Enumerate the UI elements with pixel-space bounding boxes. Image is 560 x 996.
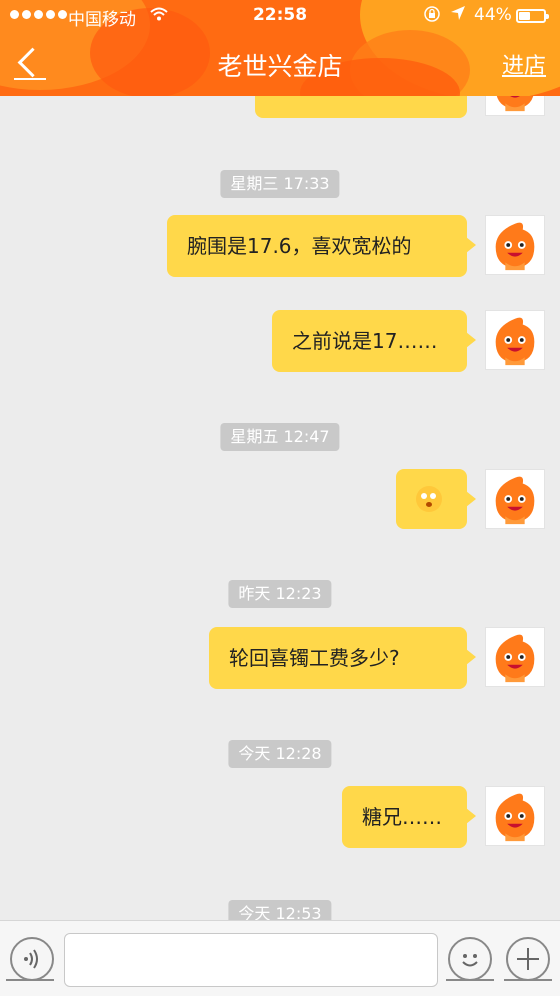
navigation-header: 中国移动 22:58 44% 老世兴金店 进店 bbox=[0, 0, 560, 96]
message-bubble-emoji[interactable] bbox=[396, 469, 476, 529]
avatar[interactable] bbox=[485, 627, 545, 687]
location-arrow-icon bbox=[450, 5, 466, 25]
status-bar: 中国移动 22:58 44% bbox=[0, 0, 560, 32]
message-input-bar bbox=[0, 920, 560, 996]
timestamp-divider: 星期三 17:33 bbox=[220, 170, 340, 198]
enter-store-link[interactable]: 进店 bbox=[502, 48, 546, 80]
mascot-avatar-icon bbox=[495, 222, 535, 271]
voice-icon bbox=[24, 949, 38, 969]
page-title: 老世兴金店 bbox=[217, 52, 343, 81]
mascot-avatar-icon bbox=[495, 317, 535, 366]
emoji-button[interactable] bbox=[448, 937, 492, 981]
avatar[interactable] bbox=[485, 310, 545, 370]
timestamp-divider: 星期五 12:47 bbox=[220, 423, 340, 451]
timestamp-divider: 昨天 12:23 bbox=[228, 580, 332, 608]
smiley-icon bbox=[462, 954, 478, 967]
avatar[interactable] bbox=[485, 469, 545, 529]
orientation-lock-icon bbox=[424, 6, 440, 26]
mascot-avatar-icon bbox=[495, 634, 535, 683]
message-bubble[interactable]: 轮回喜镯工费多少? bbox=[209, 627, 476, 689]
timestamp-divider: 今天 12:53 bbox=[228, 900, 332, 920]
mascot-avatar-icon bbox=[495, 476, 535, 525]
more-button[interactable] bbox=[506, 937, 550, 981]
message-input[interactable] bbox=[64, 933, 438, 987]
chat-area[interactable]: 星期三 17:33 腕围是17.6，喜欢宽松的 之前说是17…… 星期五 12:… bbox=[0, 0, 560, 920]
back-button[interactable] bbox=[14, 47, 50, 84]
timestamp-divider: 今天 12:28 bbox=[228, 740, 332, 768]
thinking-face-icon bbox=[416, 485, 442, 512]
battery-icon bbox=[516, 9, 549, 23]
mascot-avatar-icon bbox=[495, 793, 535, 842]
avatar[interactable] bbox=[485, 215, 545, 275]
battery-percent: 44% bbox=[474, 5, 512, 25]
plus-icon bbox=[517, 948, 539, 970]
avatar[interactable] bbox=[485, 786, 545, 846]
message-bubble[interactable]: 糖兄…… bbox=[342, 786, 476, 848]
chevron-left-icon bbox=[17, 47, 48, 78]
message-bubble[interactable]: 之前说是17…… bbox=[272, 310, 476, 372]
voice-button[interactable] bbox=[10, 937, 54, 981]
message-bubble[interactable]: 腕围是17.6，喜欢宽松的 bbox=[167, 215, 476, 277]
